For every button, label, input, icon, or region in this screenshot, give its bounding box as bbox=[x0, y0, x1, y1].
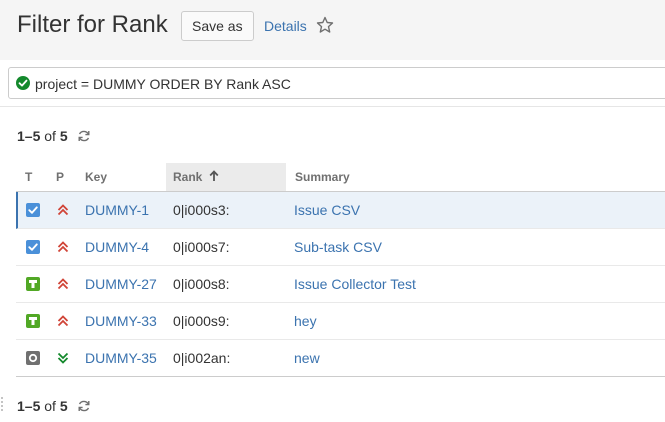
issue-rank: 0|i000s3: bbox=[173, 202, 230, 218]
column-header-rank[interactable]: Rank bbox=[166, 163, 286, 191]
page-title: Filter for Rank bbox=[17, 11, 168, 38]
issue-key-link[interactable]: DUMMY-4 bbox=[85, 229, 149, 265]
pager-of: of bbox=[44, 128, 56, 144]
column-header-type[interactable]: T bbox=[25, 163, 32, 191]
issue-key-link[interactable]: DUMMY-1 bbox=[85, 192, 149, 228]
refresh-icon[interactable] bbox=[77, 399, 91, 413]
pager-range: 1–5 bbox=[17, 128, 41, 144]
task-icon bbox=[26, 240, 40, 254]
refresh-icon[interactable] bbox=[77, 129, 91, 143]
priority-low-icon bbox=[57, 352, 69, 364]
table-row[interactable]: DUMMY-35 0|i002an: new bbox=[16, 340, 665, 377]
table-row[interactable]: DUMMY-27 0|i000s8: Issue Collector Test bbox=[16, 266, 665, 303]
priority-high-icon bbox=[57, 241, 69, 253]
pagination-top: 1–5 of 5 bbox=[17, 128, 91, 144]
issue-summary-link[interactable]: new bbox=[294, 340, 320, 376]
issue-summary-link[interactable]: Issue Collector Test bbox=[294, 266, 416, 302]
pager-of: of bbox=[44, 398, 56, 414]
subtask-icon bbox=[26, 351, 40, 365]
issue-rank: 0|i000s7: bbox=[173, 239, 230, 255]
check-circle-icon bbox=[16, 76, 30, 90]
priority-high-icon bbox=[57, 315, 69, 327]
issue-summary-link[interactable]: Issue CSV bbox=[294, 192, 360, 228]
issue-summary-link[interactable]: Sub-task CSV bbox=[294, 229, 382, 265]
pagination-bottom: 1–5 of 5 bbox=[17, 398, 91, 414]
column-header-summary[interactable]: Summary bbox=[295, 163, 350, 191]
issue-key-link[interactable]: DUMMY-33 bbox=[85, 303, 157, 339]
pager-total: 5 bbox=[59, 398, 68, 414]
issue-summary-link[interactable]: hey bbox=[294, 303, 317, 339]
page-header: Filter for Rank Save as Details bbox=[0, 0, 665, 60]
pager-total: 5 bbox=[59, 128, 68, 144]
column-header-key[interactable]: Key bbox=[85, 163, 107, 191]
table-row[interactable]: DUMMY-33 0|i000s9: hey bbox=[16, 303, 665, 340]
task-icon bbox=[26, 203, 40, 217]
priority-high-icon bbox=[57, 278, 69, 290]
test-icon bbox=[26, 277, 40, 291]
star-icon[interactable] bbox=[316, 16, 334, 34]
table-row[interactable]: DUMMY-4 0|i000s7: Sub-task CSV bbox=[16, 229, 665, 266]
save-as-button[interactable]: Save as bbox=[181, 11, 254, 41]
issue-rank: 0|i000s9: bbox=[173, 313, 230, 329]
table-row[interactable]: DUMMY-1 0|i000s3: Issue CSV bbox=[16, 192, 665, 229]
issue-key-link[interactable]: DUMMY-35 bbox=[85, 340, 157, 376]
column-header-priority[interactable]: P bbox=[56, 163, 64, 191]
arrow-up-icon bbox=[209, 170, 219, 181]
jql-search-input[interactable]: project = DUMMY ORDER BY Rank ASC bbox=[8, 67, 665, 99]
column-header-rank-label: Rank bbox=[173, 170, 203, 184]
pager-range: 1–5 bbox=[17, 398, 41, 414]
test-icon bbox=[26, 314, 40, 328]
details-link[interactable]: Details bbox=[264, 18, 307, 34]
resize-grip-icon[interactable] bbox=[0, 396, 4, 412]
jql-query-text: project = DUMMY ORDER BY Rank ASC bbox=[35, 76, 291, 92]
section-divider bbox=[0, 106, 665, 107]
issue-rank: 0|i002an: bbox=[173, 350, 231, 366]
table-bottom-border bbox=[16, 376, 665, 377]
issue-rank: 0|i000s8: bbox=[173, 276, 230, 292]
priority-high-icon bbox=[57, 204, 69, 216]
issue-key-link[interactable]: DUMMY-27 bbox=[85, 266, 157, 302]
